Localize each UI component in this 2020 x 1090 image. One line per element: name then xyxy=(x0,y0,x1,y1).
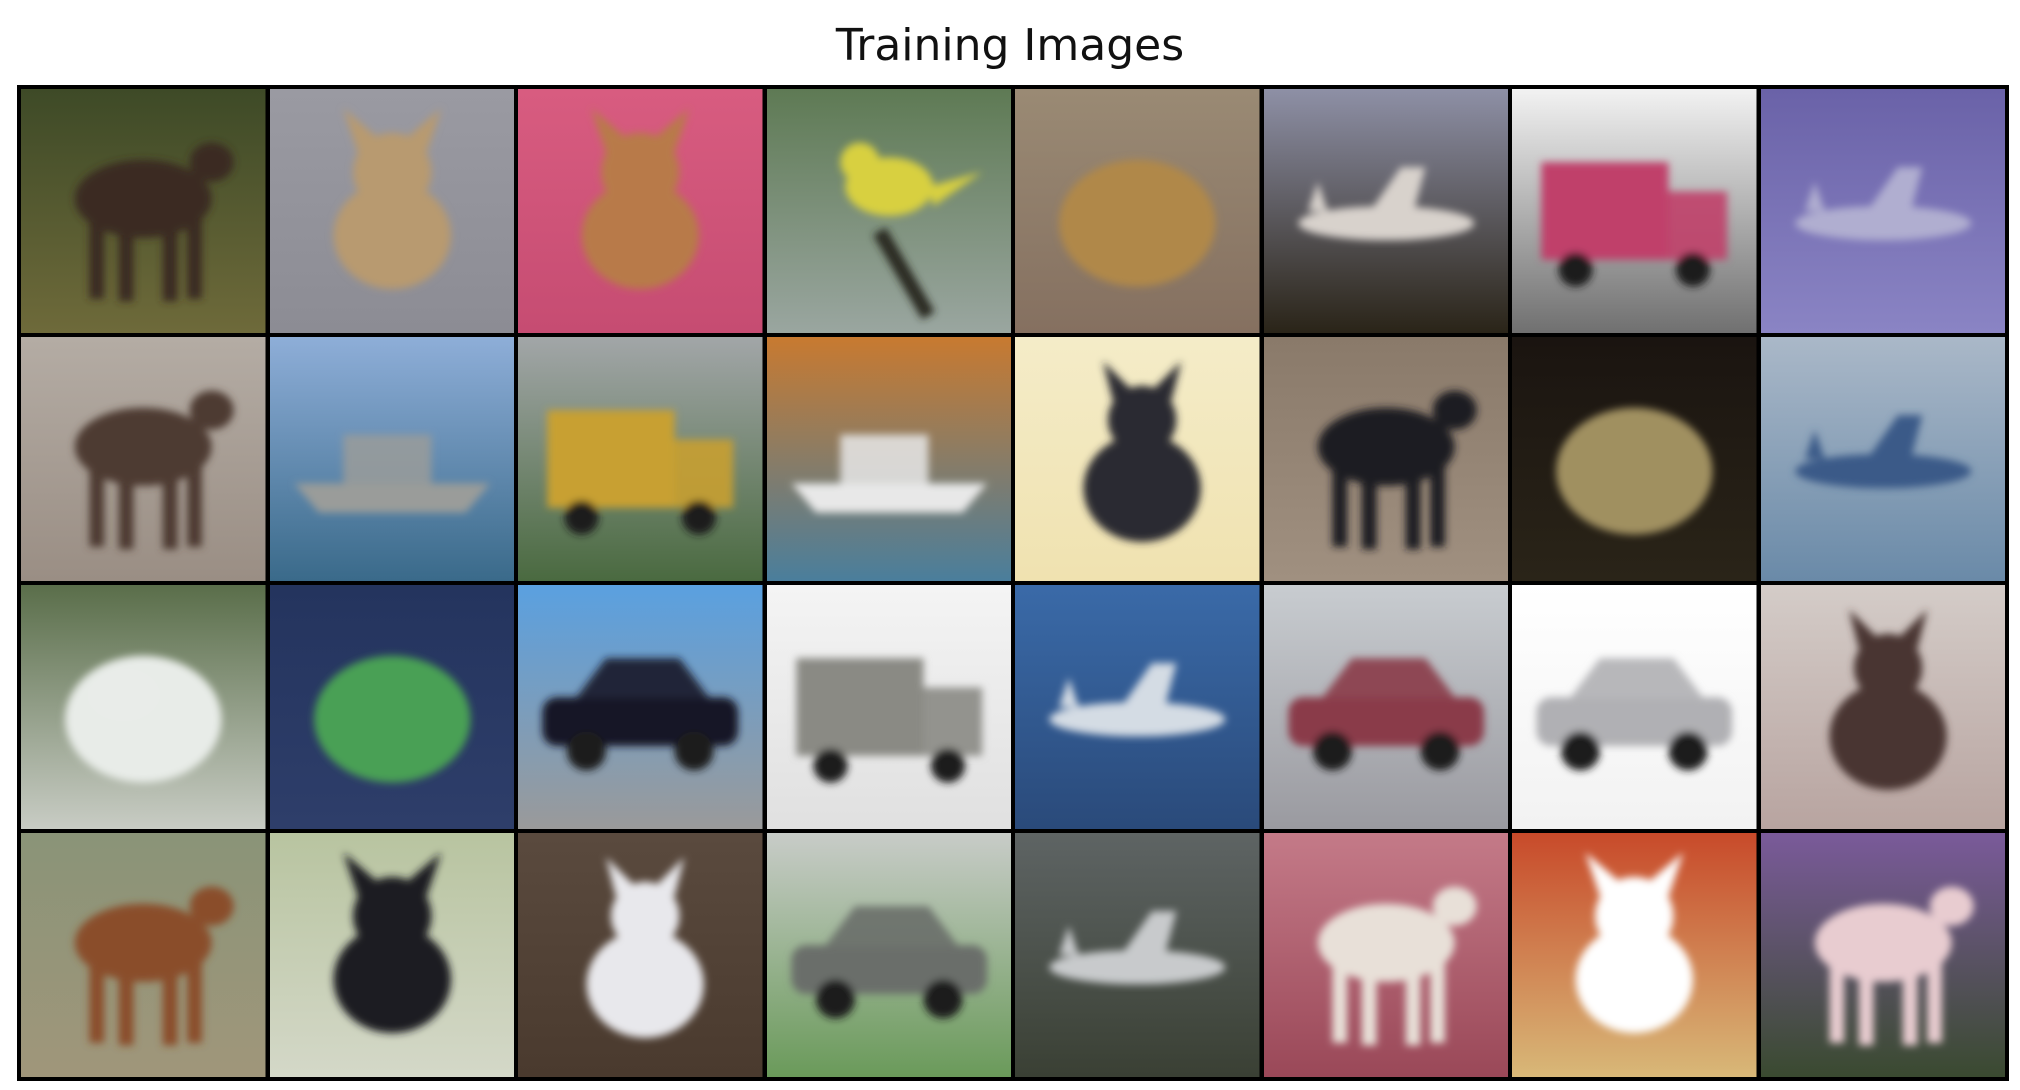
training-image xyxy=(1512,89,1757,333)
training-image xyxy=(1512,337,1757,581)
training-image xyxy=(766,833,1011,1077)
training-image xyxy=(21,337,266,581)
training-image xyxy=(21,89,266,333)
figure-title: Training Images xyxy=(835,20,1185,71)
figure: Training Images xyxy=(0,0,2020,1090)
training-image xyxy=(21,585,266,829)
training-image xyxy=(518,585,763,829)
training-image xyxy=(1760,337,2005,581)
training-image xyxy=(21,833,266,1077)
training-image xyxy=(1263,833,1508,1077)
training-image xyxy=(1263,89,1508,333)
training-image xyxy=(518,89,763,333)
training-image xyxy=(518,337,763,581)
training-image xyxy=(1015,585,1260,829)
training-image xyxy=(1263,337,1508,581)
training-image xyxy=(269,585,514,829)
training-image xyxy=(269,833,514,1077)
training-image xyxy=(1263,585,1508,829)
training-image xyxy=(518,833,763,1077)
training-image xyxy=(766,89,1011,333)
training-image xyxy=(1760,585,2005,829)
training-image xyxy=(269,337,514,581)
training-image xyxy=(1760,89,2005,333)
training-image xyxy=(1760,833,2005,1077)
image-grid xyxy=(17,85,2009,1081)
training-image xyxy=(766,337,1011,581)
training-image xyxy=(1512,585,1757,829)
training-image xyxy=(1015,89,1260,333)
training-image xyxy=(1015,833,1260,1077)
training-image xyxy=(1512,833,1757,1077)
training-image xyxy=(766,585,1011,829)
training-image xyxy=(1015,337,1260,581)
training-image xyxy=(269,89,514,333)
